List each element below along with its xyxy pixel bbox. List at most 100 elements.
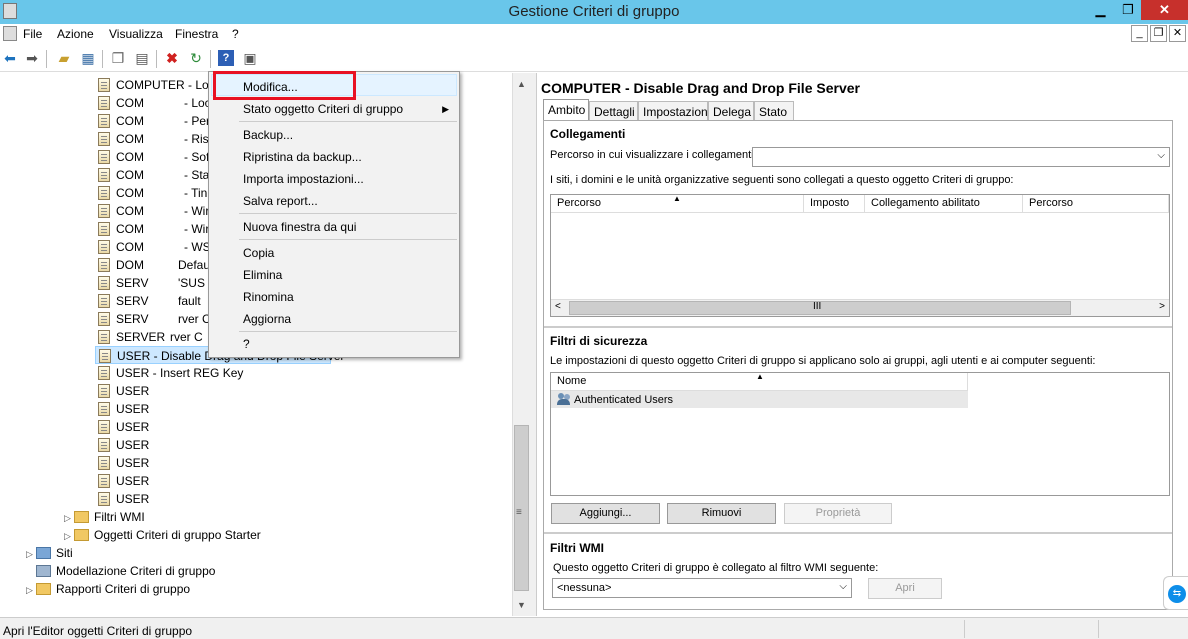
back-icon[interactable]: ⬅ — [2, 50, 18, 66]
expand-arrow-icon[interactable]: ▷ — [26, 545, 36, 563]
scroll-left-icon[interactable]: < — [555, 301, 561, 312]
add-button[interactable]: Aggiungi... — [551, 503, 660, 524]
menu-item-backup[interactable]: Backup... — [243, 128, 293, 142]
links-list[interactable]: Percorso ▲ Imposto Collegamento abilitat… — [550, 194, 1170, 317]
mdi-minimize-button[interactable]: _ — [1131, 25, 1148, 42]
menu-separator — [239, 239, 457, 240]
tree-gpo-item[interactable]: SERV rver C — [98, 310, 211, 328]
mdi-close-button[interactable]: ✕ — [1169, 25, 1186, 42]
expand-arrow-icon[interactable]: ▷ — [64, 509, 74, 527]
tree-gpo-item[interactable]: COM - WS — [98, 238, 211, 256]
menu-help[interactable]: ? — [232, 27, 239, 41]
menu-item-aggiorna[interactable]: Aggiorna — [243, 312, 291, 326]
tab-ambito[interactable]: Ambito — [543, 99, 589, 121]
tree-gpo-item[interactable]: COM - Sta — [98, 166, 209, 184]
menu-item-help[interactable]: ? — [243, 337, 250, 351]
delete-icon[interactable]: ✖ — [164, 50, 180, 66]
scroll-right-icon[interactable]: > — [1159, 301, 1165, 312]
gpo-icon — [98, 78, 110, 92]
open-button[interactable]: Apri — [868, 578, 942, 599]
tree-item-filtri-wmi[interactable]: ▷ Filtri WMI — [64, 508, 145, 526]
forward-icon[interactable]: ➡ — [24, 50, 40, 66]
tree-gpo-item[interactable]: SERVER rver C — [98, 328, 203, 346]
mdi-icon[interactable] — [3, 26, 17, 41]
mdi-restore-button[interactable]: ❐ — [1150, 25, 1167, 42]
tree-item-modellazione[interactable]: Modellazione Criteri di gruppo — [36, 562, 215, 580]
scroll-up-icon[interactable]: ▲ — [513, 76, 530, 93]
results-folder-icon — [36, 583, 51, 595]
tree-gpo-item[interactable]: USER — [98, 490, 149, 508]
tree-gpo-item[interactable]: COM - Loc — [98, 94, 211, 112]
tree-gpo-item[interactable]: USER — [98, 454, 149, 472]
menu-item-elimina[interactable]: Elimina — [243, 268, 282, 282]
tree-scrollbar[interactable]: ▲ ≡ ▼ — [512, 73, 530, 616]
chevron-down-icon[interactable]: ⌵ — [839, 581, 847, 592]
users-group-icon — [557, 393, 571, 405]
show-hide-tree-icon[interactable]: ▦ — [80, 50, 96, 66]
copy-icon[interactable]: ❐ — [110, 50, 126, 66]
maximize-button[interactable]: ❐ — [1115, 0, 1141, 20]
refresh-icon[interactable]: ↻ — [188, 50, 204, 66]
menu-item-copia[interactable]: Copia — [243, 246, 274, 260]
help-icon[interactable]: ? — [218, 50, 234, 66]
mdi-controls: _ ❐ ✕ — [1129, 25, 1186, 43]
menu-finestra[interactable]: Finestra — [175, 27, 218, 41]
paste-icon[interactable]: ▤ — [134, 50, 150, 66]
wmi-filter-select[interactable]: <nessuna> ⌵ — [552, 578, 852, 598]
gpo-icon — [98, 366, 110, 380]
tree-gpo-item[interactable]: USER — [98, 418, 149, 436]
tree-gpo-item[interactable]: USER - Insert REG Key — [98, 364, 243, 382]
tab-delega[interactable]: Delega — [708, 101, 754, 121]
minimize-button[interactable]: ▁ — [1086, 0, 1115, 20]
menu-file[interactable]: File — [23, 27, 42, 41]
menu-item-stato[interactable]: Stato oggetto Criteri di gruppo — [243, 102, 403, 116]
properties-icon[interactable]: ▣ — [242, 50, 258, 66]
tab-impostazioni[interactable]: Impostazioni — [638, 101, 710, 121]
expand-arrow-icon[interactable]: ▷ — [64, 527, 74, 545]
gpo-icon — [98, 168, 110, 182]
menu-item-salva-report[interactable]: Salva report... — [243, 194, 318, 208]
menu-item-importa[interactable]: Importa impostazioni... — [243, 172, 364, 186]
column-header-percorso-2[interactable]: Percorso — [1023, 195, 1169, 213]
tree-item-rapporti[interactable]: ▷ Rapporti Criteri di gruppo — [26, 580, 190, 598]
remote-session-badge[interactable]: ⇆ — [1163, 576, 1188, 610]
tree-gpo-item[interactable]: USER — [98, 382, 149, 400]
expand-arrow-icon[interactable]: ▷ — [26, 581, 36, 599]
tree-gpo-item[interactable]: USER — [98, 400, 149, 418]
column-header-collegamento[interactable]: Collegamento abilitato — [865, 195, 1023, 213]
tree-gpo-item[interactable]: COM - Tin — [98, 184, 207, 202]
menu-item-rinomina[interactable]: Rinomina — [243, 290, 294, 304]
menu-visualizza[interactable]: Visualizza — [109, 27, 163, 41]
tree-item-siti[interactable]: ▷ Siti — [26, 544, 73, 562]
links-hscrollbar[interactable]: < III > — [551, 299, 1169, 316]
tree-gpo-item[interactable]: COMPUTER - Loc — [98, 76, 215, 94]
tree-gpo-item[interactable]: SERV 'SUS S — [98, 274, 216, 292]
tree-gpo-item[interactable]: COM - Wir — [98, 202, 209, 220]
menu-azione[interactable]: Azione — [57, 27, 94, 41]
tree-gpo-item[interactable]: COM - Ris — [98, 130, 209, 148]
tree-gpo-item[interactable]: DOM Defau — [98, 256, 210, 274]
scroll-down-icon[interactable]: ▼ — [513, 597, 530, 614]
column-header-imposto[interactable]: Imposto — [804, 195, 865, 213]
security-list[interactable]: Nome ▲ Authenticated Users — [550, 372, 1170, 496]
path-combobox[interactable]: ⌵ — [752, 147, 1170, 167]
tab-stato[interactable]: Stato — [754, 101, 794, 121]
tree-item-starter[interactable]: ▷ Oggetti Criteri di gruppo Starter — [64, 526, 261, 544]
tree-gpo-item[interactable]: USER — [98, 472, 149, 490]
tree-gpo-item[interactable]: COM - Per — [98, 112, 210, 130]
chevron-down-icon[interactable]: ⌵ — [1157, 150, 1165, 161]
list-item[interactable]: Authenticated Users — [551, 391, 968, 408]
up-folder-icon[interactable]: ▰ — [56, 50, 72, 66]
tree-gpo-item[interactable]: COM - Wir — [98, 220, 209, 238]
tree-gpo-item[interactable]: USER — [98, 436, 149, 454]
tree-gpo-item[interactable]: COM - Sof — [98, 148, 209, 166]
tab-dettagli[interactable]: Dettagli — [589, 101, 638, 121]
menu-item-nuova-finestra[interactable]: Nuova finestra da qui — [243, 220, 356, 234]
remove-button[interactable]: Rimuovi — [667, 503, 776, 524]
properties-button[interactable]: Proprietà — [784, 503, 892, 524]
menu-separator — [239, 331, 457, 332]
menu-item-ripristina[interactable]: Ripristina da backup... — [243, 150, 362, 164]
tree-gpo-item[interactable]: SERV fault — [98, 292, 201, 310]
close-button[interactable]: ✕ — [1141, 0, 1188, 20]
menu-separator — [239, 121, 457, 122]
